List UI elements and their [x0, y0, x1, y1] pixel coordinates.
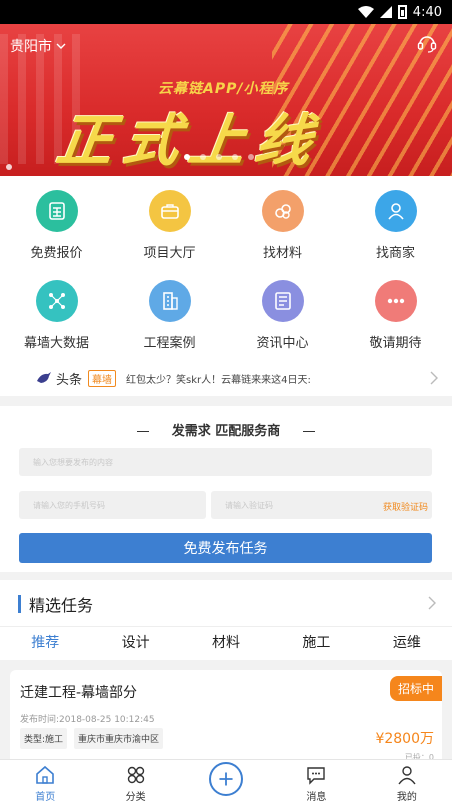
nav-label: 分类: [125, 792, 146, 803]
title-dash-left: [137, 431, 150, 432]
title-dash-right: [302, 431, 315, 432]
chevron-down-icon: [56, 43, 66, 49]
news-headline[interactable]: 红包太少？笑skr人！云幕链来来这4日天:: [126, 371, 311, 386]
menu-item-materials[interactable]: 找材料: [226, 176, 339, 266]
plus-icon: [209, 762, 244, 796]
phone-input[interactable]: [19, 491, 206, 519]
network-icon: [35, 280, 78, 322]
news-icon: [261, 280, 304, 322]
home-icon: [36, 765, 55, 784]
menu-label: 找材料: [262, 246, 302, 261]
tab-design[interactable]: 设计: [90, 627, 180, 660]
task-location-chip: 重庆市重庆市渝中区: [74, 728, 164, 749]
featured-header[interactable]: 精选任务: [18, 592, 93, 616]
request-title: 发需求 匹配服务商: [0, 420, 452, 439]
news-ticker[interactable]: 头条 幕墙 红包太少？笑skr人！云幕链来来这4日天:: [0, 360, 452, 396]
menu-item-projects[interactable]: 项目大厅: [113, 176, 226, 266]
banner-subtitle: 云幕链APP/小程序: [158, 81, 289, 97]
carousel-dot[interactable]: [248, 154, 254, 160]
status-badge: 招标中: [389, 676, 442, 701]
task-title: 迁建工程-幕墙部分: [20, 685, 138, 701]
promo-banner[interactable]: 贵阳市 云幕链APP/小程序 正式上线: [0, 24, 452, 176]
customer-service-icon[interactable]: [416, 32, 438, 54]
news-tag: 幕墙: [88, 369, 117, 387]
nav-profile[interactable]: 我的: [362, 760, 452, 805]
tab-maintenance[interactable]: 运维: [362, 627, 452, 660]
menu-label: 项目大厅: [143, 246, 196, 261]
menu-label: 敬请期待: [369, 336, 422, 351]
carousel-dot[interactable]: [184, 154, 190, 160]
publish-task-button[interactable]: 免费发布任务: [19, 533, 432, 563]
merchant-icon: [374, 190, 417, 232]
tab-construction[interactable]: 施工: [271, 627, 361, 660]
menu-label: 找商家: [375, 246, 415, 261]
briefcase-icon: [148, 190, 191, 232]
task-type-chip: 类型:施工: [20, 728, 68, 749]
task-card[interactable]: 迁建工程-幕墙部分 招标中 发布时间:2018-08-25 10:12:45 类…: [10, 670, 442, 770]
materials-icon: [261, 190, 304, 232]
city-label: 贵阳市: [10, 39, 52, 55]
menu-item-cases[interactable]: 工程案例: [113, 266, 226, 356]
tab-recommended[interactable]: 推荐: [0, 627, 90, 660]
request-content-input[interactable]: [19, 448, 432, 476]
nav-home[interactable]: 首页: [0, 760, 90, 805]
request-title-text: 发需求 匹配服务商: [171, 424, 281, 439]
menu-item-news[interactable]: 资讯中心: [226, 266, 339, 356]
menu-item-bigdata[interactable]: 幕墙大数据: [0, 266, 113, 356]
nav-publish[interactable]: [181, 760, 271, 805]
carousel-dots[interactable]: [184, 154, 254, 160]
tab-materials[interactable]: 材料: [181, 627, 271, 660]
categories-icon: [127, 766, 144, 784]
status-time: 4:40: [412, 4, 442, 20]
task-publish-date: 发布时间:2018-08-25 10:12:45: [20, 715, 155, 725]
menu-label: 资讯中心: [256, 336, 309, 351]
carousel-dot[interactable]: [232, 154, 238, 160]
get-code-link[interactable]: 获取验证码: [383, 500, 428, 513]
featured-title: 精选任务: [29, 596, 94, 615]
nav-label: 我的: [396, 792, 417, 803]
headline-logo: 头条: [36, 369, 82, 388]
carousel-dot[interactable]: [200, 154, 206, 160]
status-bar: 4:40: [0, 0, 452, 24]
building-icon: [148, 280, 191, 322]
signal-icon: [379, 6, 392, 18]
nav-label: 首页: [35, 792, 56, 803]
banner-indicator-left: [6, 164, 12, 170]
bird-icon: [37, 372, 51, 383]
wifi-icon: [357, 6, 374, 18]
menu-label: 幕墙大数据: [23, 336, 89, 351]
nav-categories[interactable]: 分类: [90, 760, 180, 805]
city-selector[interactable]: 贵阳市: [10, 36, 66, 56]
menu-item-coming-soon[interactable]: 敬请期待: [339, 266, 452, 356]
user-icon: [398, 766, 416, 785]
more-icon: [374, 280, 417, 322]
request-form: 发需求 匹配服务商 获取验证码 免费发布任务: [0, 406, 452, 572]
menu-item-quote[interactable]: 免费报价: [0, 176, 113, 266]
nav-messages[interactable]: 消息: [271, 760, 361, 805]
menu-item-merchants[interactable]: 找商家: [339, 176, 452, 266]
headline-logo-text: 头条: [56, 372, 83, 388]
section-accent-bar: [18, 595, 21, 613]
chevron-right-icon[interactable]: [428, 596, 436, 610]
bottom-navigation: 首页 分类 消息 我的: [0, 759, 452, 805]
featured-tasks: 精选任务 推荐 设计 材料 施工 运维: [0, 580, 452, 660]
menu-label: 免费报价: [30, 246, 83, 261]
chevron-right-icon[interactable]: [430, 371, 438, 385]
task-category-tabs: 推荐 设计 材料 施工 运维: [0, 626, 452, 660]
menu-label: 工程案例: [143, 336, 196, 351]
calculator-icon: [35, 190, 78, 232]
task-price: ¥2800万: [375, 731, 434, 747]
message-icon: [307, 767, 326, 785]
carousel-dot[interactable]: [216, 154, 222, 160]
battery-icon: [397, 5, 407, 19]
nav-label: 消息: [306, 792, 327, 803]
banner-title: 正式上线: [52, 109, 326, 174]
